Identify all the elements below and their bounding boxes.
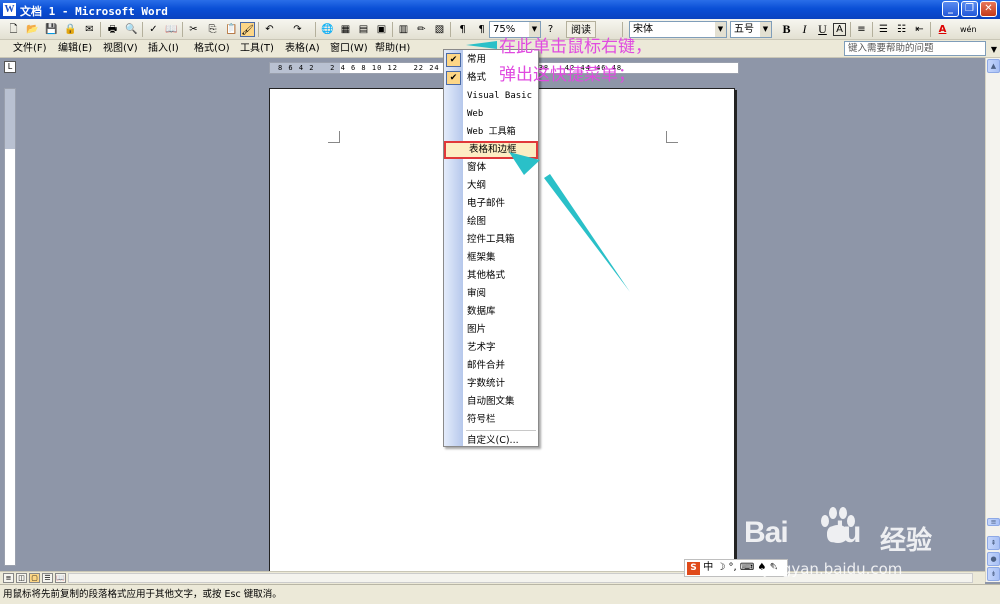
sogou-icon[interactable]: S xyxy=(687,562,700,575)
watermark-cn: 经验 xyxy=(880,526,933,556)
outline-view-icon[interactable]: ☰ xyxy=(42,573,53,583)
status-text: 用鼠标将先前复制的段落格式应用于其他文字，或按 Esc 键取消。 xyxy=(3,589,282,600)
paw-icon xyxy=(821,507,855,543)
annotation-line-1: 在此单击鼠标右键， xyxy=(499,37,652,57)
arrow-to-toolbar xyxy=(466,41,497,49)
baidu-watermark: Baidu 经验 jingyan.baidu.com xyxy=(734,486,964,596)
status-bar: 用鼠标将先前复制的段落格式应用于其他文字，或按 Esc 键取消。 xyxy=(0,584,1000,604)
web-view-icon[interactable]: ◫ xyxy=(16,573,27,583)
arrow-shaft xyxy=(544,174,630,292)
arrow-head xyxy=(509,152,540,175)
watermark-url: jingyan.baidu.com xyxy=(764,560,903,578)
reading-view-icon[interactable]: 📖 xyxy=(55,573,66,583)
normal-view-icon[interactable]: ≡ xyxy=(3,573,14,583)
annotation-line-2: 弹出这快捷菜单； xyxy=(499,65,635,85)
annotation-text: 在此单击鼠标右键， 弹出这快捷菜单； xyxy=(499,33,652,89)
print-view-icon[interactable]: ▢ xyxy=(29,573,40,583)
